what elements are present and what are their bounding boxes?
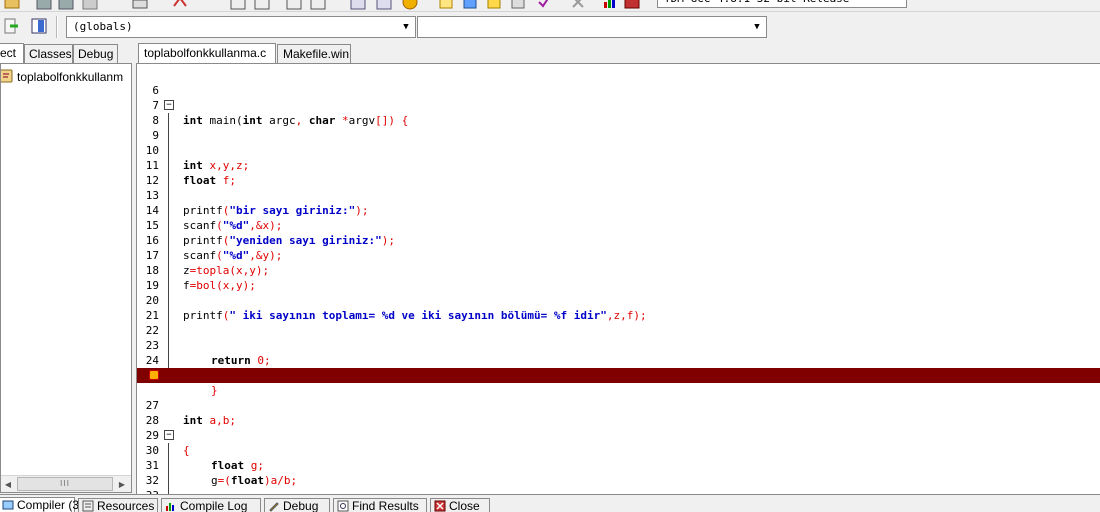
code-line: 8 <box>137 98 1100 143</box>
tab-project[interactable]: ect <box>0 43 24 64</box>
undo-icon[interactable] <box>172 0 188 10</box>
scroll-right-icon[interactable]: ▶ <box>115 477 129 492</box>
save-all-icon[interactable] <box>58 0 74 10</box>
profile-icon[interactable] <box>624 0 640 10</box>
code-line: 16 z=topla(x,y); <box>137 218 1100 277</box>
tab-label: Debug <box>283 499 319 512</box>
dev-cpp-window: TDM-GCC 4.8.1 32-bit Release (globals) ▼… <box>0 0 1100 512</box>
find-icon[interactable] <box>230 0 246 10</box>
code-line: 7 <box>137 83 1100 128</box>
scroll-left-icon[interactable]: ◀ <box>1 477 15 492</box>
compiler-select[interactable]: TDM-GCC 4.8.1 32-bit Release <box>657 0 907 8</box>
replace-icon[interactable] <box>254 0 270 10</box>
horizontal-scrollbar[interactable]: ◀ III ▶ <box>1 475 131 492</box>
code-line: 12 printf("bir sayı giriniz:"); <box>137 158 1100 217</box>
tab-compile-log[interactable]: Compile Log <box>161 498 261 512</box>
debug-icon[interactable] <box>510 0 526 10</box>
code-line: 20 <box>137 278 1100 323</box>
error-marker-icon <box>149 370 159 380</box>
tab-classes[interactable]: Classes <box>24 44 73 64</box>
tab-makefile[interactable]: Makefile.win <box>277 44 351 64</box>
save-icon[interactable] <box>36 0 52 10</box>
scope-select[interactable]: (globals) ▼ <box>66 16 416 38</box>
code-line: 10 float f; <box>137 128 1100 187</box>
compiler-icon <box>2 499 14 511</box>
code-line: 27 int a,b; <box>137 383 1100 427</box>
bottom-panel-tabs: Compiler (3) Resources Compile Log Debug… <box>0 494 1100 512</box>
new-project-icon[interactable] <box>350 0 366 10</box>
class-insert-icon[interactable] <box>4 17 22 35</box>
code-line: 19 printf(" iki sayının toplamı= %d ve i… <box>137 263 1100 322</box>
pencil-icon <box>268 500 280 512</box>
code-line: 15 scanf("%d",&y); <box>137 203 1100 262</box>
member-select[interactable]: ▼ <box>417 16 767 38</box>
run-icon[interactable] <box>438 0 454 10</box>
code-line: 14 printf("yeniden sayı giriniz:"); <box>137 188 1100 247</box>
code-line: 11 <box>137 143 1100 188</box>
left-panel-tabs: ect Classes Debug <box>0 43 136 64</box>
print-icon[interactable] <box>132 0 148 10</box>
main-toolbar: TDM-GCC 4.8.1 32-bit Release <box>0 0 1100 12</box>
code-line: 6 − int main(int argc, char *argv[]) { <box>137 68 1100 127</box>
class-toolbar: (globals) ▼ ▼ <box>0 12 1100 42</box>
find-icon <box>337 500 349 512</box>
close-file-icon[interactable] <box>82 0 98 10</box>
tree-item-label: toplabolfonkkullanm <box>17 70 124 84</box>
project-icon <box>1 69 13 83</box>
error-line: 26 float bol(a,b) <box>137 368 1100 427</box>
tab-label: Compiler (3) <box>17 498 84 512</box>
code-line: 13 scanf("%d",&x); <box>137 173 1100 232</box>
tab-close[interactable]: Close <box>430 498 490 512</box>
code-line: 23 <box>137 323 1100 368</box>
code-editor[interactable]: 6 − int main(int argc, char *argv[]) { 7… <box>136 63 1100 494</box>
open-icon[interactable] <box>4 0 20 10</box>
project-tree: toplabolfonkkullanm ◀ III ▶ <box>0 63 132 493</box>
chart-icon <box>165 500 177 512</box>
code-line: 24 } <box>137 338 1100 397</box>
toolbar-separator <box>56 16 58 38</box>
goto-icon[interactable] <box>286 0 302 10</box>
bookmark-icon[interactable] <box>310 0 326 10</box>
chevron-down-icon[interactable]: ▼ <box>399 19 413 35</box>
code-line: 29 float g; <box>137 413 1100 472</box>
code-line: 22 return 0; <box>137 308 1100 367</box>
tab-resources[interactable]: Resources <box>78 498 158 512</box>
compile-run-icon[interactable] <box>462 0 478 10</box>
code-line: 32 return g; <box>137 458 1100 494</box>
tab-compiler[interactable]: Compiler (3) <box>0 497 83 512</box>
code-line: 30 g=(float)a/b; <box>137 428 1100 487</box>
close-icon <box>434 500 446 512</box>
code-line: 17 f=bol(x,y); <box>137 233 1100 292</box>
chart-icon[interactable] <box>602 0 618 10</box>
tree-item-project[interactable]: toplabolfonkkullanm <box>1 68 131 86</box>
stop-icon[interactable] <box>570 0 586 10</box>
code-line: 28 − { <box>137 398 1100 457</box>
tab-label: Close <box>449 499 480 512</box>
tab-label: Compile Log <box>180 499 248 512</box>
code-line: 21 <box>137 293 1100 338</box>
check-icon[interactable] <box>536 0 552 10</box>
scope-select-value: (globals) <box>73 20 133 33</box>
tab-debug-output[interactable]: Debug <box>264 498 330 512</box>
code-line: 25 <box>137 353 1100 382</box>
editor-tabs: toplabolfonkkullanma.c Makefile.win <box>136 43 1100 64</box>
scrollbar-thumb[interactable]: III <box>17 477 113 491</box>
resources-icon <box>82 500 94 512</box>
code-line: 9 int x,y,z; <box>137 113 1100 172</box>
add-file-icon[interactable] <box>376 0 392 10</box>
compile-icon[interactable] <box>402 0 418 10</box>
tab-source-file[interactable]: toplabolfonkkullanma.c <box>138 43 276 64</box>
tab-label: Find Results <box>352 499 419 512</box>
chevron-down-icon[interactable]: ▼ <box>750 19 764 35</box>
code-line: 33 } <box>137 473 1100 494</box>
tab-find-results[interactable]: Find Results <box>333 498 427 512</box>
class-toggle-icon[interactable] <box>30 17 48 35</box>
tab-label: Resources <box>97 499 155 512</box>
tab-debug[interactable]: Debug <box>73 44 118 64</box>
code-line: 31 <box>137 443 1100 488</box>
rebuild-icon[interactable] <box>486 0 502 10</box>
code-line: 18 <box>137 248 1100 293</box>
